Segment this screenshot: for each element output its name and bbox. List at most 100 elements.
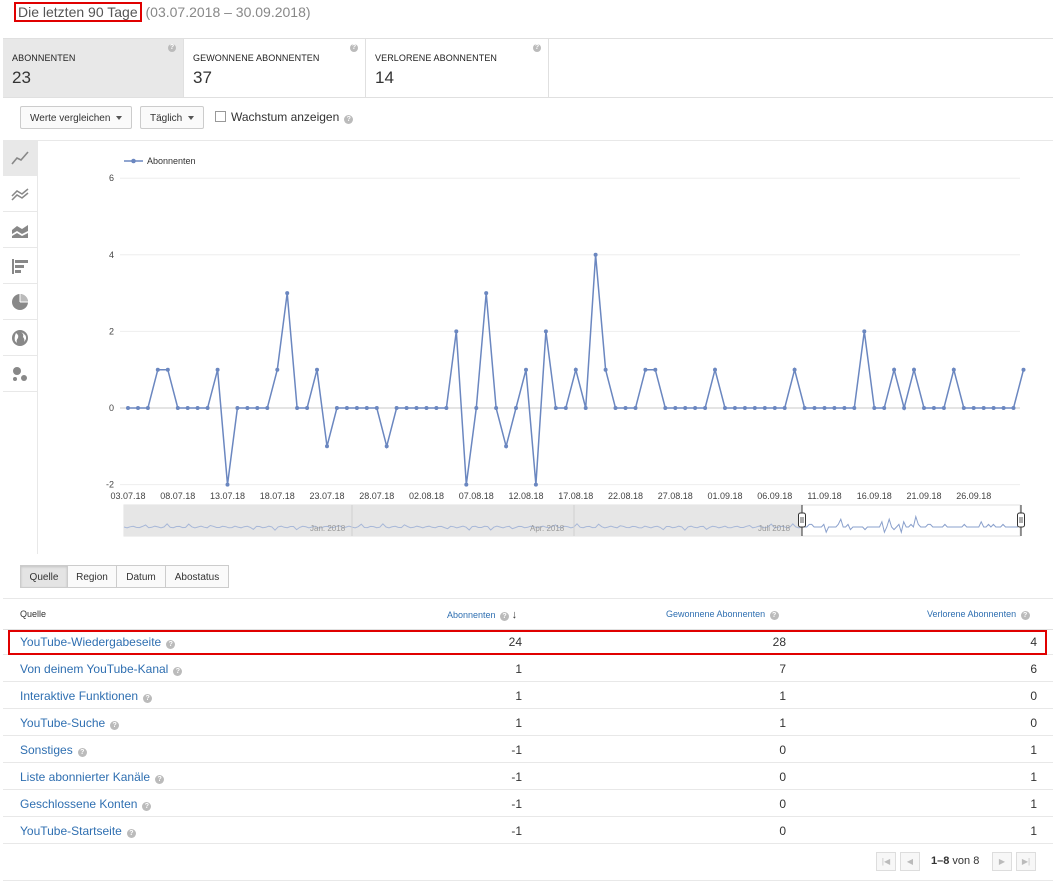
data-point[interactable] <box>703 406 708 410</box>
help-icon[interactable]: ? <box>533 44 541 52</box>
source-link[interactable]: YouTube-Startseite? <box>20 824 136 838</box>
data-point[interactable] <box>902 406 907 410</box>
data-point[interactable] <box>732 406 737 410</box>
data-point[interactable] <box>275 367 280 372</box>
line-chart-button[interactable] <box>3 140 37 176</box>
data-point[interactable] <box>334 406 339 410</box>
data-point[interactable] <box>494 406 499 410</box>
data-point[interactable] <box>971 406 976 410</box>
data-point[interactable] <box>285 291 290 296</box>
help-icon[interactable]: ? <box>143 694 153 703</box>
data-point[interactable] <box>126 406 130 410</box>
data-point[interactable] <box>653 367 658 372</box>
data-point[interactable] <box>991 406 996 410</box>
data-point[interactable] <box>444 406 449 410</box>
data-point[interactable] <box>305 406 310 410</box>
bar-chart-button[interactable] <box>3 248 37 284</box>
source-label[interactable]: Von deinem YouTube-Kanal <box>20 662 168 676</box>
data-point[interactable] <box>922 406 926 410</box>
data-point[interactable] <box>723 406 727 410</box>
source-label[interactable]: Interaktive Funktionen <box>20 689 138 703</box>
data-point[interactable] <box>892 367 897 372</box>
data-point[interactable] <box>155 367 160 372</box>
data-point[interactable] <box>364 406 369 410</box>
help-icon[interactable]: ? <box>173 667 183 676</box>
data-point[interactable] <box>235 406 240 410</box>
source-link[interactable]: Geschlossene Konten? <box>20 797 152 811</box>
data-point[interactable] <box>772 406 777 410</box>
interval-dropdown[interactable]: Täglich <box>140 106 205 129</box>
data-point[interactable] <box>325 444 329 449</box>
data-point[interactable] <box>354 406 359 410</box>
data-point[interactable] <box>414 406 419 410</box>
data-point[interactable] <box>593 252 598 257</box>
header-gained[interactable]: Gewonnene Abonnenten ? <box>666 609 779 620</box>
data-point[interactable] <box>862 329 867 334</box>
data-point[interactable] <box>514 406 518 410</box>
data-point[interactable] <box>195 406 200 410</box>
tab-source[interactable]: Quelle <box>20 565 68 588</box>
data-point[interactable] <box>1021 367 1026 372</box>
prev-page-button[interactable]: ◀ <box>900 852 920 871</box>
source-link[interactable]: YouTube-Wiedergabeseite? <box>20 635 176 649</box>
metric-card-gained[interactable]: GEWONNENE ABONNENTEN 37 ? <box>184 39 366 97</box>
help-icon[interactable]: ? <box>344 115 354 124</box>
data-point[interactable] <box>434 406 439 410</box>
source-link[interactable]: Von deinem YouTube-Kanal? <box>20 662 183 676</box>
data-point[interactable] <box>742 406 747 410</box>
data-point[interactable] <box>384 444 389 449</box>
source-label[interactable]: Geschlossene Konten <box>20 797 137 811</box>
source-link[interactable]: Liste abonnierter Kanäle? <box>20 770 165 784</box>
data-point[interactable] <box>145 406 150 410</box>
data-point[interactable] <box>454 329 459 334</box>
data-point[interactable] <box>205 406 210 410</box>
data-point[interactable] <box>693 406 698 410</box>
data-point[interactable] <box>185 406 190 410</box>
data-point[interactable] <box>752 406 757 410</box>
tab-date[interactable]: Datum <box>116 565 166 588</box>
data-point[interactable] <box>245 406 250 410</box>
data-point[interactable] <box>504 444 509 449</box>
data-point[interactable] <box>832 406 837 410</box>
data-point[interactable] <box>872 406 877 410</box>
data-point[interactable] <box>424 406 429 410</box>
compare-dropdown[interactable]: Werte vergleichen <box>20 106 133 129</box>
data-point[interactable] <box>643 367 648 372</box>
data-point[interactable] <box>524 367 528 372</box>
map-chart-button[interactable] <box>3 320 37 356</box>
data-point[interactable] <box>533 482 538 487</box>
data-point[interactable] <box>563 406 568 410</box>
data-point[interactable] <box>912 367 916 372</box>
source-label[interactable]: YouTube-Suche <box>20 716 105 730</box>
source-link[interactable]: Interaktive Funktionen? <box>20 689 153 703</box>
source-link[interactable]: Sonstiges? <box>20 743 87 757</box>
data-point[interactable] <box>683 406 688 410</box>
data-point[interactable] <box>165 367 170 372</box>
tab-subscription-status[interactable]: Abostatus <box>165 565 229 588</box>
date-range-label[interactable]: Die letzten 90 Tage <box>14 2 142 22</box>
data-point[interactable] <box>583 406 588 410</box>
legend-label[interactable]: Abonnenten <box>147 156 196 166</box>
multi-line-chart-button[interactable] <box>3 176 37 212</box>
data-point[interactable] <box>1011 406 1016 410</box>
help-icon[interactable]: ? <box>500 612 510 621</box>
data-point[interactable] <box>762 406 767 410</box>
data-point[interactable] <box>981 406 986 410</box>
data-point[interactable] <box>136 406 140 410</box>
data-point[interactable] <box>404 406 409 410</box>
data-point[interactable] <box>315 367 319 372</box>
data-point[interactable] <box>852 406 857 410</box>
range-navigator[interactable]: Jan. 2018 Apr. 2018 Juli 2018 <box>123 504 1025 537</box>
data-point[interactable] <box>713 367 717 372</box>
data-point[interactable] <box>484 291 489 296</box>
data-point[interactable] <box>941 406 946 410</box>
tab-region[interactable]: Region <box>67 565 117 588</box>
header-subscribers[interactable]: Abonnenten ? ↓ <box>447 609 517 621</box>
data-point[interactable] <box>215 367 220 372</box>
sort-desc-icon[interactable]: ↓ <box>512 609 518 621</box>
date-range[interactable]: Die letzten 90 Tage (03.07.2018 – 30.09.… <box>14 2 311 22</box>
data-point[interactable] <box>344 406 349 410</box>
data-point[interactable] <box>822 406 827 410</box>
source-label[interactable]: YouTube-Wiedergabeseite <box>20 635 161 649</box>
area-chart-button[interactable] <box>3 212 37 248</box>
